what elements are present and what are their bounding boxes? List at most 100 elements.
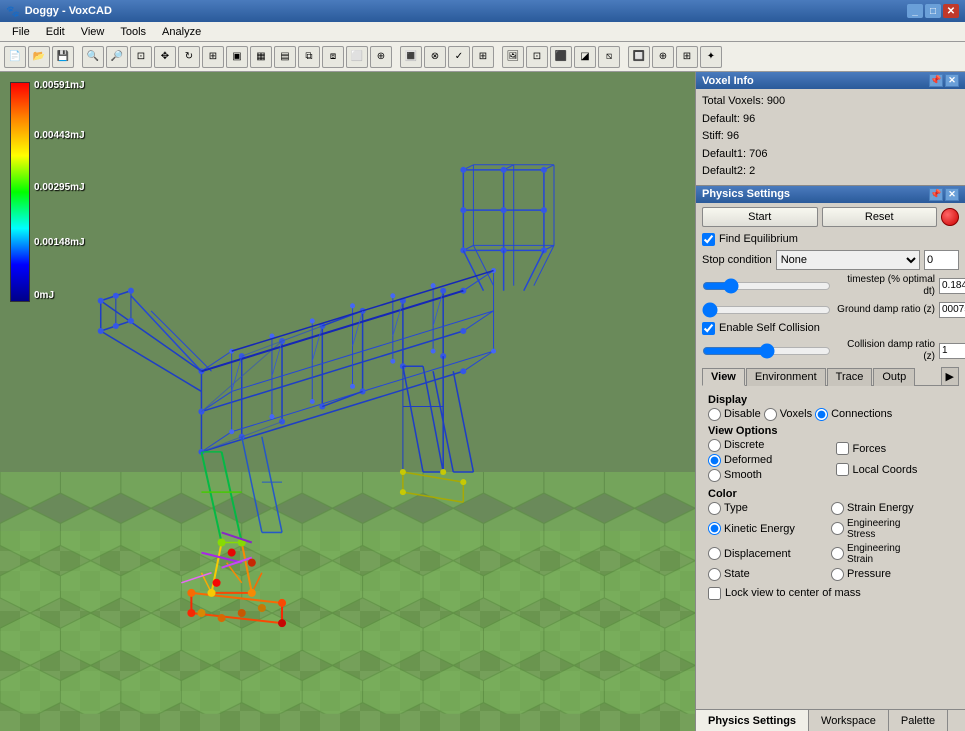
timestep-value[interactable]: [939, 278, 965, 294]
timestep-slider[interactable]: [702, 279, 831, 293]
tb-rotate[interactable]: ↻: [178, 46, 200, 68]
view-deformed-radio[interactable]: [708, 454, 721, 467]
display-connections-radio[interactable]: [815, 408, 828, 421]
color-type-radio[interactable]: [708, 502, 721, 515]
ground-damp-slider[interactable]: [702, 303, 831, 317]
tab-output[interactable]: Outp: [873, 368, 915, 386]
tb-btn20[interactable]: ✦: [700, 46, 722, 68]
color-strain-energy-label: Strain Energy: [847, 502, 914, 514]
tb-new[interactable]: 📄: [4, 46, 26, 68]
tab-view[interactable]: View: [702, 368, 745, 386]
tb-open[interactable]: 📂: [28, 46, 50, 68]
tb-btn14[interactable]: ⬛: [550, 46, 572, 68]
tb-scale[interactable]: ⊞: [202, 46, 224, 68]
lock-view-row: Lock view to center of mass: [708, 587, 953, 600]
tb-btn1[interactable]: ▣: [226, 46, 248, 68]
bottom-tab-physics[interactable]: Physics Settings: [696, 710, 809, 731]
voxel-info-pin[interactable]: 📌: [929, 74, 943, 87]
tb-btn19[interactable]: ⊞: [676, 46, 698, 68]
tab-scroll-right[interactable]: ▶: [941, 367, 959, 385]
color-eng-stress-row: EngineeringStress: [831, 518, 953, 540]
forces-row: Forces: [836, 442, 954, 455]
tb-save[interactable]: 💾: [52, 46, 74, 68]
menu-edit[interactable]: Edit: [38, 24, 73, 40]
tb-select[interactable]: ⊡: [130, 46, 152, 68]
ground-damp-value[interactable]: [939, 302, 965, 318]
physics-close[interactable]: ✕: [945, 188, 959, 201]
close-button[interactable]: ✕: [943, 4, 959, 18]
tb-btn11[interactable]: ⊞: [472, 46, 494, 68]
display-disable-radio[interactable]: [708, 408, 721, 421]
tb-btn3[interactable]: ▤: [274, 46, 296, 68]
color-displacement-row: Displacement: [708, 543, 830, 565]
tb-btn2[interactable]: ▦: [250, 46, 272, 68]
viewport-3d[interactable]: 0.00591mJ 0.00443mJ 0.00295mJ 0.00148mJ …: [0, 72, 695, 731]
color-state-radio[interactable]: [708, 568, 721, 581]
toolbar: 📄 📂 💾 🔍 🔎 ⊡ ✥ ↻ ⊞ ▣ ▦ ▤ ⧉ ⧈ ⬜ ⊕ 🔳 ⊗ ✓ ⊞ …: [0, 42, 965, 72]
reset-button[interactable]: Reset: [822, 207, 938, 227]
color-eng-strain-row: EngineeringStrain: [831, 543, 953, 565]
color-options: Type Strain Energy Kinetic Energy E: [708, 502, 953, 583]
start-button[interactable]: Start: [702, 207, 818, 227]
physics-pin[interactable]: 📌: [929, 188, 943, 201]
tb-btn8[interactable]: 🔳: [400, 46, 422, 68]
color-eng-stress-radio[interactable]: [831, 522, 844, 535]
view-smooth-radio[interactable]: [708, 469, 721, 482]
local-coords-row: Local Coords: [836, 463, 954, 476]
bottom-tab-palette[interactable]: Palette: [889, 710, 948, 731]
tb-zoom-in[interactable]: 🔍: [82, 46, 104, 68]
find-equilibrium-checkbox[interactable]: [702, 233, 715, 246]
local-coords-checkbox[interactable]: [836, 463, 849, 476]
tb-btn4[interactable]: ⧉: [298, 46, 320, 68]
stop-condition-input[interactable]: [924, 250, 959, 270]
tb-zoom-out[interactable]: 🔎: [106, 46, 128, 68]
stop-condition-label: Stop condition: [702, 254, 772, 266]
tb-btn16[interactable]: ⧅: [598, 46, 620, 68]
menu-tools[interactable]: Tools: [112, 24, 154, 40]
voxel-info-close[interactable]: ✕: [945, 74, 959, 87]
forces-checkbox[interactable]: [836, 442, 849, 455]
title-bar: 🐾 Doggy - VoxCAD _ □ ✕: [0, 0, 965, 22]
tb-btn9[interactable]: ⊗: [424, 46, 446, 68]
collision-damp-value[interactable]: [939, 343, 965, 359]
tb-move[interactable]: ✥: [154, 46, 176, 68]
bottom-tab-workspace[interactable]: Workspace: [809, 710, 889, 731]
tb-btn13[interactable]: ⊡: [526, 46, 548, 68]
minimize-button[interactable]: _: [907, 4, 923, 18]
tb-btn12[interactable]: 🖼: [502, 46, 524, 68]
color-eng-stress-label: EngineeringStress: [847, 518, 900, 540]
tb-btn15[interactable]: ◪: [574, 46, 596, 68]
tb-btn17[interactable]: 🔲: [628, 46, 650, 68]
tab-environment[interactable]: Environment: [746, 368, 826, 386]
view-deformed-row: Deformed: [708, 454, 826, 467]
menu-view[interactable]: View: [73, 24, 113, 40]
color-displacement-radio[interactable]: [708, 547, 721, 560]
color-eng-strain-radio[interactable]: [831, 547, 844, 560]
physics-header: Physics Settings 📌 ✕: [696, 186, 965, 203]
color-type-row: Type: [708, 502, 830, 515]
menu-analyze[interactable]: Analyze: [154, 24, 209, 40]
tb-btn18[interactable]: ⊕: [652, 46, 674, 68]
tb-btn5[interactable]: ⧈: [322, 46, 344, 68]
find-equilibrium-label: Find Equilibrium: [719, 233, 798, 245]
lock-view-checkbox[interactable]: [708, 587, 721, 600]
model-3d: [0, 72, 695, 731]
tb-btn10[interactable]: ✓: [448, 46, 470, 68]
stop-condition-select[interactable]: None Time Energy: [776, 250, 920, 270]
maximize-button[interactable]: □: [925, 4, 941, 18]
tb-btn7[interactable]: ⊕: [370, 46, 392, 68]
right-panel: Voxel Info 📌 ✕ Total Voxels: 900 Default…: [695, 72, 965, 731]
collision-damp-slider[interactable]: [702, 344, 831, 358]
collision-damp-label: Collision damp ratio (z): [835, 339, 935, 363]
menu-file[interactable]: File: [4, 24, 38, 40]
display-voxels-label: Voxels: [780, 408, 812, 420]
tb-btn6[interactable]: ⬜: [346, 46, 368, 68]
color-pressure-radio[interactable]: [831, 568, 844, 581]
color-strain-energy-radio[interactable]: [831, 502, 844, 515]
self-collision-checkbox[interactable]: [702, 322, 715, 335]
tab-trace[interactable]: Trace: [827, 368, 873, 386]
display-voxels-radio[interactable]: [764, 408, 777, 421]
color-kinetic-radio[interactable]: [708, 522, 721, 535]
view-discrete-radio[interactable]: [708, 439, 721, 452]
find-equilibrium-row: Find Equilibrium: [702, 233, 959, 246]
